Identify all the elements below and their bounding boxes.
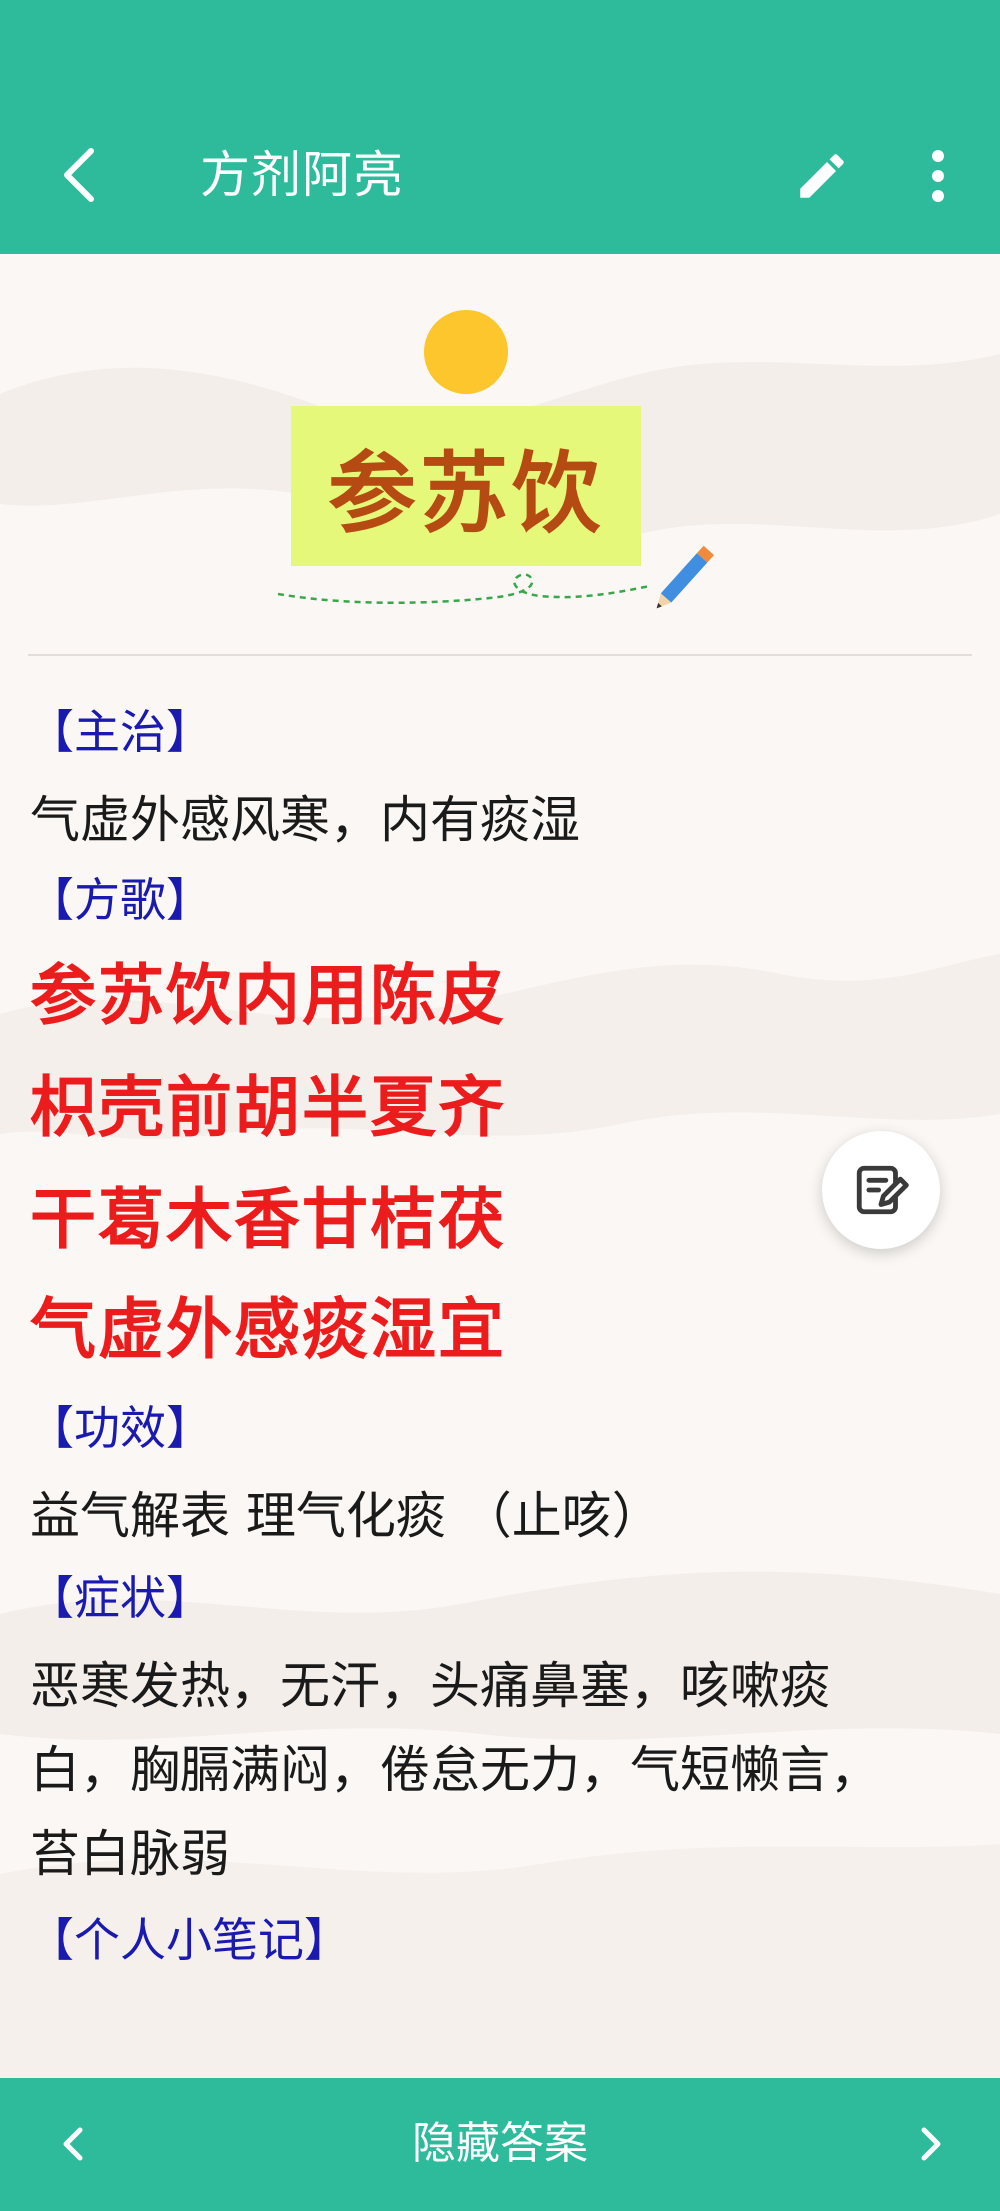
song-line: 干葛木香甘桔茯 bbox=[30, 1181, 506, 1258]
more-vertical-icon bbox=[932, 150, 944, 202]
pencil-icon bbox=[800, 154, 844, 198]
bottom-nav-bar: 隐藏答案 bbox=[0, 2078, 1000, 2211]
song-line: 枳壳前胡半夏齐 bbox=[30, 1069, 506, 1146]
hide-answer-button[interactable]: 隐藏答案 bbox=[360, 2108, 640, 2180]
sun-decoration bbox=[424, 310, 508, 394]
next-card-button[interactable] bbox=[896, 2108, 968, 2180]
write-note-button[interactable] bbox=[822, 1131, 940, 1249]
top-app-bar: 方剂阿亮 bbox=[0, 0, 1000, 254]
flashcard-content[interactable]: 参苏饮 【主治】 气虚外感风寒，内有痰湿 【方歌】 参苏饮内用陈皮 枳壳前胡半夏… bbox=[0, 254, 1000, 2078]
section-label-song: 【方歌】 bbox=[28, 873, 212, 927]
divider bbox=[28, 654, 972, 656]
chevron-right-icon bbox=[921, 2127, 941, 2161]
song-line: 参苏饮内用陈皮 bbox=[30, 957, 506, 1034]
edit-note-icon bbox=[856, 1165, 909, 1215]
chevron-left-icon bbox=[63, 2127, 83, 2161]
chevron-left-icon bbox=[64, 148, 94, 202]
app-title: 方剂阿亮 bbox=[200, 146, 404, 204]
back-button[interactable] bbox=[44, 140, 114, 210]
indication-text: 气虚外感风寒，内有痰湿 bbox=[30, 791, 580, 849]
section-label-indication: 【主治】 bbox=[28, 705, 212, 759]
dashed-line-pencil-decoration bbox=[277, 545, 715, 609]
section-label-symptoms: 【症状】 bbox=[28, 1571, 212, 1625]
symptoms-line: 白，胸膈满闷，倦怠无力，气短懒言， bbox=[30, 1741, 880, 1799]
formula-title: 参苏饮 bbox=[327, 441, 604, 545]
section-label-notes: 【个人小笔记】 bbox=[28, 1913, 350, 1967]
edit-button[interactable] bbox=[786, 140, 858, 212]
symptoms-line: 苔白脉弱 bbox=[30, 1825, 230, 1883]
symptoms-line: 恶寒发热，无汗，头痛鼻塞，咳嗽痰 bbox=[30, 1657, 830, 1715]
more-options-button[interactable] bbox=[906, 140, 970, 212]
section-label-effect: 【功效】 bbox=[28, 1401, 212, 1455]
song-line: 气虚外感痰湿宜 bbox=[30, 1291, 506, 1368]
previous-card-button[interactable] bbox=[36, 2108, 108, 2180]
effect-text: 益气解表 理气化痰 （止咳） bbox=[30, 1487, 662, 1545]
